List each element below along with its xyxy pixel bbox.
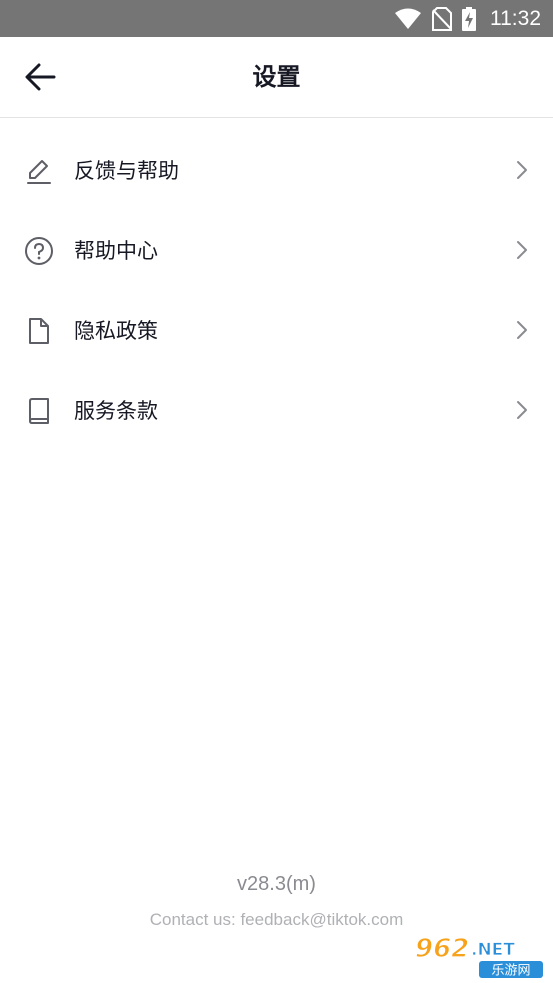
chevron-right-icon bbox=[517, 321, 527, 339]
book-icon bbox=[29, 398, 49, 424]
status-icons: 11:32 bbox=[394, 6, 541, 31]
site-watermark-logo: 962 .NET 乐游网 bbox=[414, 933, 543, 979]
chevron-right-icon bbox=[517, 161, 527, 179]
menu-item-terms-of-service[interactable]: 服务条款 bbox=[0, 370, 553, 450]
page-title: 设置 bbox=[252, 63, 301, 91]
menu-item-help-center[interactable]: 帮助中心 bbox=[0, 210, 553, 290]
document-icon bbox=[29, 318, 49, 344]
navigation-bar: 设置 bbox=[0, 37, 553, 118]
svg-text:962: 962 bbox=[415, 934, 469, 964]
back-arrow-icon bbox=[25, 63, 56, 91]
menu-item-label: 隐私政策 bbox=[74, 319, 158, 343]
no-sim-icon bbox=[432, 6, 452, 31]
back-button[interactable] bbox=[20, 59, 60, 95]
status-bar: 11:32 bbox=[0, 0, 553, 37]
svg-text:.NET: .NET bbox=[471, 940, 515, 960]
help-circle-icon bbox=[25, 237, 53, 265]
pencil-icon bbox=[27, 160, 51, 184]
app-version: v28.3(m) bbox=[237, 873, 316, 895]
settings-menu: 反馈与帮助 帮助中心 隐私政策 服务条款 bbox=[0, 130, 553, 450]
chevron-right-icon bbox=[517, 401, 527, 419]
contact-email-link[interactable]: Contact us: feedback@tiktok.com bbox=[0, 910, 553, 930]
battery-charging-icon bbox=[462, 6, 476, 31]
menu-item-label: 反馈与帮助 bbox=[74, 159, 179, 183]
menu-item-label: 帮助中心 bbox=[74, 239, 158, 263]
wifi-icon bbox=[395, 8, 421, 29]
chevron-right-icon bbox=[517, 241, 527, 259]
menu-item-label: 服务条款 bbox=[74, 399, 158, 423]
status-time: 11:32 bbox=[490, 7, 541, 30]
menu-item-feedback[interactable]: 反馈与帮助 bbox=[0, 130, 553, 210]
menu-item-privacy-policy[interactable]: 隐私政策 bbox=[0, 290, 553, 370]
svg-text:乐游网: 乐游网 bbox=[491, 964, 530, 979]
